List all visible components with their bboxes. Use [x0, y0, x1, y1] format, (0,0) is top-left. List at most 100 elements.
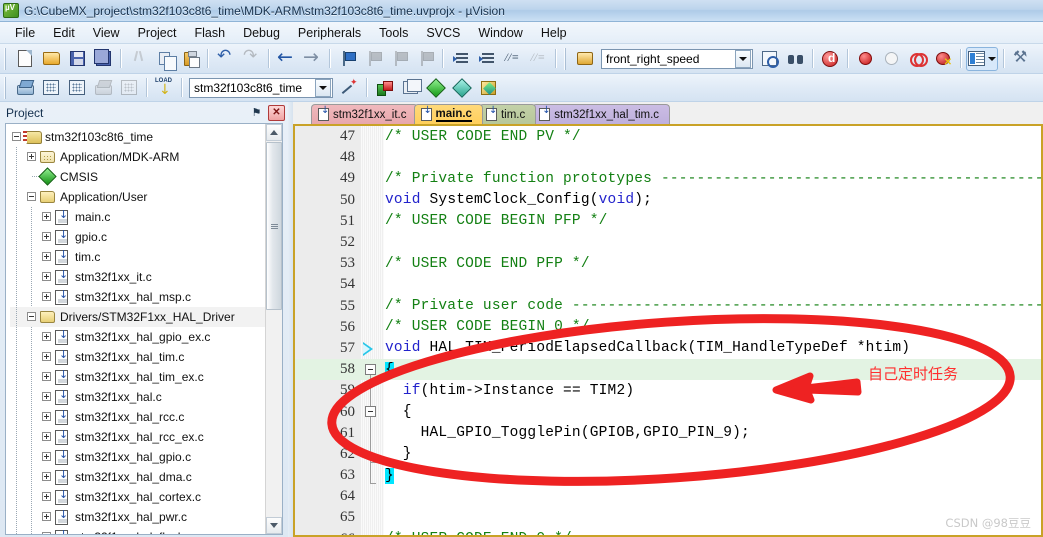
chevron-down-icon[interactable] [988, 56, 996, 61]
open-file-button[interactable] [39, 47, 63, 71]
tree-item-application-user[interactable]: Application/User [10, 187, 265, 207]
collapse-icon[interactable] [27, 192, 36, 201]
expand-icon[interactable] [42, 292, 51, 301]
clear-bookmarks-button[interactable] [413, 47, 437, 71]
rebuild-button[interactable] [65, 76, 89, 100]
collapse-icon[interactable] [12, 132, 21, 141]
fold-marker-60[interactable] [365, 406, 376, 417]
expand-icon[interactable] [42, 252, 51, 261]
menu-edit[interactable]: Edit [44, 24, 84, 42]
tree-item-gpio-c[interactable]: gpio.c [10, 227, 265, 247]
configure-windows-button[interactable] [966, 46, 998, 71]
comment-button[interactable] [500, 47, 524, 71]
scroll-down-arrow-icon[interactable] [266, 517, 282, 534]
expand-icon[interactable] [42, 212, 51, 221]
outdent-button[interactable] [474, 47, 498, 71]
configure-toolbars-button[interactable] [1009, 47, 1033, 71]
tree-toggle[interactable] [40, 287, 55, 307]
stop-build-button[interactable] [117, 76, 141, 100]
chevron-down-icon[interactable] [315, 78, 331, 97]
menu-peripherals[interactable]: Peripherals [289, 24, 370, 42]
toolbar-grip-2[interactable] [562, 47, 569, 70]
expand-icon[interactable] [27, 152, 36, 161]
code-line[interactable]: 48 [295, 147, 1041, 168]
tab-main-c[interactable]: main.c [413, 104, 483, 124]
expand-icon[interactable] [42, 372, 51, 381]
batch-build-button[interactable] [91, 76, 115, 100]
expand-icon[interactable] [42, 452, 51, 461]
insert-breakpoint-button[interactable] [853, 47, 877, 71]
open-document-button[interactable] [573, 47, 597, 71]
pack-installer-button[interactable] [424, 76, 448, 100]
tree-item-application-mdk-arm[interactable]: Application/MDK-ARM [10, 147, 265, 167]
expand-icon[interactable] [42, 532, 51, 534]
start-debug-button[interactable] [818, 47, 842, 71]
tree-item-cmsis[interactable]: CMSIS [10, 167, 265, 187]
save-all-button[interactable] [91, 47, 115, 71]
tree-item-stm32f1xx-hal-tim-c[interactable]: stm32f1xx_hal_tim.c [10, 347, 265, 367]
tree-toggle[interactable] [40, 447, 55, 467]
code-line[interactable]: 57 void HAL_TIM_PeriodElapsedCallback(TIM… [295, 338, 1041, 359]
undo-button[interactable] [213, 47, 237, 71]
collapse-icon[interactable] [27, 312, 36, 321]
code-line[interactable]: 51 /* USER CODE BEGIN PFP */ [295, 211, 1041, 232]
disable-breakpoint-button[interactable] [879, 47, 903, 71]
toolbar-grip[interactable] [2, 47, 9, 70]
tree-toggle[interactable] [25, 187, 40, 207]
tree-item-stm32f1xx-hal-rcc-c[interactable]: stm32f1xx_hal_rcc.c [10, 407, 265, 427]
find-in-files-button[interactable] [757, 47, 781, 71]
code-line[interactable]: 66 /* USER CODE END 0 */ [295, 529, 1041, 535]
tree-item-stm32f1xx-hal-msp-c[interactable]: stm32f1xx_hal_msp.c [10, 287, 265, 307]
menu-project[interactable]: Project [129, 24, 186, 42]
tree-toggle[interactable] [40, 487, 55, 507]
expand-icon[interactable] [42, 332, 51, 341]
tree-toggle[interactable] [40, 427, 55, 447]
menu-window[interactable]: Window [469, 24, 531, 42]
next-bookmark-button[interactable] [361, 47, 385, 71]
expand-icon[interactable] [42, 352, 51, 361]
code-line[interactable]: 65 [295, 507, 1041, 528]
code-editor-surface[interactable]: 47 /* USER CODE END PV */ 48 49 /* Private f… [295, 126, 1041, 535]
tree-item-stm32f1xx-hal-flash-c[interactable]: stm32f1xx_hal_flash.c [10, 527, 265, 534]
copy-button[interactable] [152, 47, 177, 71]
fold-marker-58[interactable] [365, 364, 376, 375]
tree-item-stm32f1xx-hal-dma-c[interactable]: stm32f1xx_hal_dma.c [10, 467, 265, 487]
tree-toggle[interactable] [40, 407, 55, 427]
project-tree-scrollbar[interactable] [265, 124, 282, 534]
scroll-up-arrow-icon[interactable] [266, 124, 282, 141]
tree-item-stm32f103c8t6-time[interactable]: stm32f103c8t6_time [10, 127, 265, 147]
multi-project-button[interactable] [398, 76, 422, 100]
tree-toggle[interactable] [40, 247, 55, 267]
cut-button[interactable] [126, 47, 150, 71]
tree-toggle[interactable] [40, 207, 55, 227]
tree-toggle[interactable] [40, 347, 55, 367]
tab-stm32f1xx-it-c[interactable]: stm32f1xx_it.c [311, 104, 418, 124]
download-button[interactable] [152, 76, 176, 100]
tree-toggle[interactable] [25, 147, 40, 167]
tree-toggle[interactable] [40, 327, 55, 347]
menu-svcs[interactable]: SVCS [417, 24, 469, 42]
pin-icon[interactable]: ⚑ [248, 105, 265, 121]
tree-item-stm32f1xx-hal-cortex-c[interactable]: stm32f1xx_hal_cortex.c [10, 487, 265, 507]
expand-icon[interactable] [42, 472, 51, 481]
code-line[interactable]: 63} [295, 465, 1041, 486]
code-editor[interactable]: 47 /* USER CODE END PV */ 48 49 /* Private f… [293, 124, 1043, 537]
tree-toggle[interactable] [40, 507, 55, 527]
code-line[interactable]: 62 } [295, 444, 1041, 465]
navigate-forward-button[interactable] [300, 46, 324, 71]
close-icon[interactable]: ✕ [268, 104, 285, 121]
target-options-button[interactable] [337, 76, 361, 100]
code-line[interactable]: 56 /* USER CODE BEGIN 0 */ [295, 317, 1041, 338]
tab-tim-c[interactable]: tim.c [478, 104, 537, 124]
navigate-back-button[interactable] [274, 46, 298, 71]
translate-button[interactable] [13, 76, 37, 100]
uncomment-button[interactable] [526, 47, 550, 71]
tree-item-stm32f1xx-hal-c[interactable]: stm32f1xx_hal.c [10, 387, 265, 407]
code-line[interactable]: 50 void SystemClock_Config(void); [295, 190, 1041, 211]
chevron-down-icon[interactable] [735, 49, 751, 68]
menu-debug[interactable]: Debug [234, 24, 289, 42]
target-select-combo[interactable]: stm32f103c8t6_time [189, 77, 333, 98]
tree-toggle[interactable] [40, 387, 55, 407]
code-line[interactable]: 52 [295, 232, 1041, 253]
code-line[interactable]: 61 HAL_GPIO_TogglePin(GPIOB,GPIO_PIN_9); [295, 423, 1041, 444]
